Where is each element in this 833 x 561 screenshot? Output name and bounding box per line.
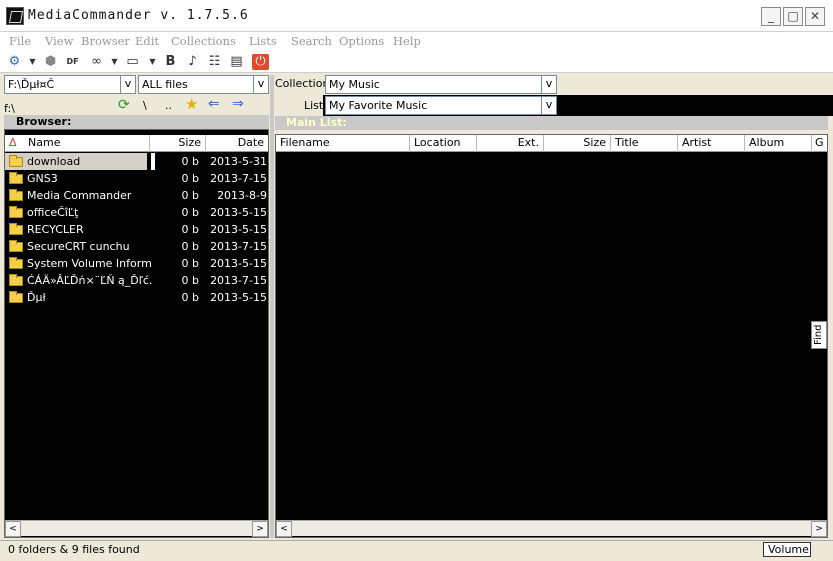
folder-icon — [9, 257, 23, 269]
window-icon[interactable]: ▭ — [124, 54, 141, 70]
drive-dropdown-button[interactable]: v — [120, 76, 135, 93]
list-item[interactable]: Media Commander 0 b 2013-8-9 — [5, 187, 268, 204]
list-item[interactable]: RECYCLER 0 b 2013-5-15 — [5, 221, 268, 238]
status-bar: 0 folders & 9 files found Volume — [0, 540, 833, 560]
folder-icon — [9, 155, 23, 167]
menu-lists[interactable]: Lists — [249, 34, 277, 48]
menu-help[interactable]: Help — [393, 34, 421, 48]
close-button[interactable]: ✕ — [805, 7, 825, 26]
folder-icon — [9, 172, 23, 184]
search-music-icon[interactable]: ♪ — [184, 54, 201, 70]
column-date[interactable]: Date — [206, 135, 268, 152]
collection-value: My Music — [329, 78, 380, 91]
main-list: Filename Location Ext. Size Title Artist… — [275, 134, 828, 538]
list-item[interactable]: download 0 b 2013-5-31 — [5, 153, 268, 170]
forward-icon[interactable]: ⇒ — [232, 96, 244, 112]
menu-browser[interactable]: Browser — [81, 34, 130, 48]
collection-dropdown-button[interactable]: v — [541, 76, 556, 93]
column-artist[interactable]: Artist — [678, 135, 745, 152]
scroll-right-button[interactable]: > — [811, 521, 827, 537]
browser-hscrollbar[interactable]: < > — [5, 520, 268, 537]
up-button[interactable]: .. — [165, 99, 172, 112]
binoculars-icon[interactable]: ∞ — [88, 54, 105, 70]
menu-collections[interactable]: Collections — [171, 34, 236, 48]
status-text: 0 folders & 9 files found — [8, 543, 140, 556]
list-bar: List: My Favorite Music v — [275, 95, 833, 116]
browser-header: Δ Name Size Date — [5, 135, 268, 152]
menu-search[interactable]: Search — [291, 34, 332, 48]
column-size[interactable]: Size — [544, 135, 611, 152]
folder-icon — [9, 206, 23, 218]
chevron-down-icon[interactable]: ▼ — [106, 54, 123, 70]
main-list-hscrollbar[interactable]: < > — [276, 520, 827, 537]
root-button[interactable]: \ — [143, 99, 147, 112]
chevron-down-icon[interactable]: ▼ — [24, 54, 41, 70]
file-browser: Δ Name Size Date download 0 b 2013-5-31 … — [4, 129, 269, 538]
menu-bar: File View Browser Edit Collections Lists… — [0, 32, 833, 51]
list-value: My Favorite Music — [329, 99, 428, 112]
folder-icon — [9, 274, 23, 286]
menu-view[interactable]: View — [45, 34, 73, 48]
list-item[interactable]: GNS3 0 b 2013-7-15 — [5, 170, 268, 187]
collection-select[interactable]: My Music v — [325, 75, 557, 94]
menu-edit[interactable]: Edit — [135, 34, 159, 48]
power-icon[interactable]: ⏻ — [252, 54, 269, 70]
list-item[interactable]: SecureCRT cunchu 0 b 2013-7-15 — [5, 238, 268, 255]
back-icon[interactable]: ⇐ — [208, 96, 220, 112]
menu-options[interactable]: Options — [339, 34, 384, 48]
scroll-left-button[interactable]: < — [5, 521, 21, 537]
folder-icon — [9, 223, 23, 235]
list-item[interactable]: System Volume Inform... 0 b 2013-5-15 — [5, 255, 268, 272]
folder-icon — [9, 189, 23, 201]
disc-icon[interactable]: ⬢ — [42, 54, 59, 70]
app-icon — [6, 7, 24, 25]
chevron-down-icon[interactable]: ▼ — [144, 54, 161, 70]
list-dropdown-button[interactable]: v — [541, 97, 556, 114]
column-ext[interactable]: Ext. — [477, 135, 544, 152]
filter-dropdown-button[interactable]: v — [253, 76, 268, 93]
tag-b-icon[interactable]: B — [162, 54, 179, 70]
filter-select[interactable]: ALL files v — [138, 75, 269, 94]
title-bar: MediaCommander v. 1.7.5.6 _ □ ✕ — [0, 0, 833, 32]
find-tab[interactable]: Find — [811, 321, 827, 349]
maximize-button[interactable]: □ — [783, 7, 803, 26]
settings-gear-icon[interactable]: ⚙ — [6, 54, 23, 70]
filter-value: ALL files — [142, 78, 188, 91]
main-list-header: Filename Location Ext. Size Title Artist… — [276, 135, 827, 152]
list-item[interactable]: officeČîĽţ 0 b 2013-5-15 — [5, 204, 268, 221]
list-item[interactable]: Ďµł 0 b 2013-5-15 — [5, 289, 268, 306]
sort-indicator: Δ — [9, 136, 17, 149]
dfs-icon[interactable]: DF — [64, 54, 81, 70]
current-path: f:\ — [4, 102, 15, 115]
toolbar: ⚙ ▼ ⬢ DF ∞ ▼ ▭ ▼ B ♪ ☷ ▤ ⏻ — [0, 51, 833, 73]
book-icon[interactable]: ▤ — [228, 54, 245, 70]
favorite-star-icon[interactable]: ★ — [185, 95, 198, 113]
list-item[interactable]: ĆÁÄ»ÂĽĎń×¨ĽŇ ą_Ďľć... 0 b 2013-7-15 — [5, 272, 268, 289]
scroll-left-button[interactable]: < — [276, 521, 292, 537]
tree-icon[interactable]: ☷ — [206, 54, 223, 70]
drive-value: F:\Ďµł¤Č — [8, 78, 55, 91]
column-size[interactable]: Size — [150, 135, 206, 152]
drive-select[interactable]: F:\Ďµł¤Č v — [4, 75, 136, 94]
list-select[interactable]: My Favorite Music v — [325, 96, 557, 115]
menu-file[interactable]: File — [9, 34, 31, 48]
browser-title: Browser: — [4, 115, 269, 129]
volume-button[interactable]: Volume — [763, 542, 811, 557]
column-title[interactable]: Title — [611, 135, 678, 152]
column-genre[interactable]: G — [812, 135, 827, 152]
window-title: MediaCommander v. 1.7.5.6 — [28, 8, 249, 23]
scroll-right-button[interactable]: > — [252, 521, 268, 537]
folder-icon — [9, 291, 23, 303]
minimize-button[interactable]: _ — [761, 7, 781, 26]
main-list-title: Main List: — [275, 116, 828, 130]
folder-icon — [9, 240, 23, 252]
column-name[interactable]: Δ Name — [5, 135, 150, 152]
column-album[interactable]: Album — [745, 135, 812, 152]
pane-splitter[interactable] — [270, 75, 274, 538]
column-filename[interactable]: Filename — [276, 135, 410, 152]
list-label: List: — [304, 99, 327, 112]
refresh-icon[interactable]: ⟳ — [118, 97, 130, 113]
column-location[interactable]: Location — [410, 135, 477, 152]
